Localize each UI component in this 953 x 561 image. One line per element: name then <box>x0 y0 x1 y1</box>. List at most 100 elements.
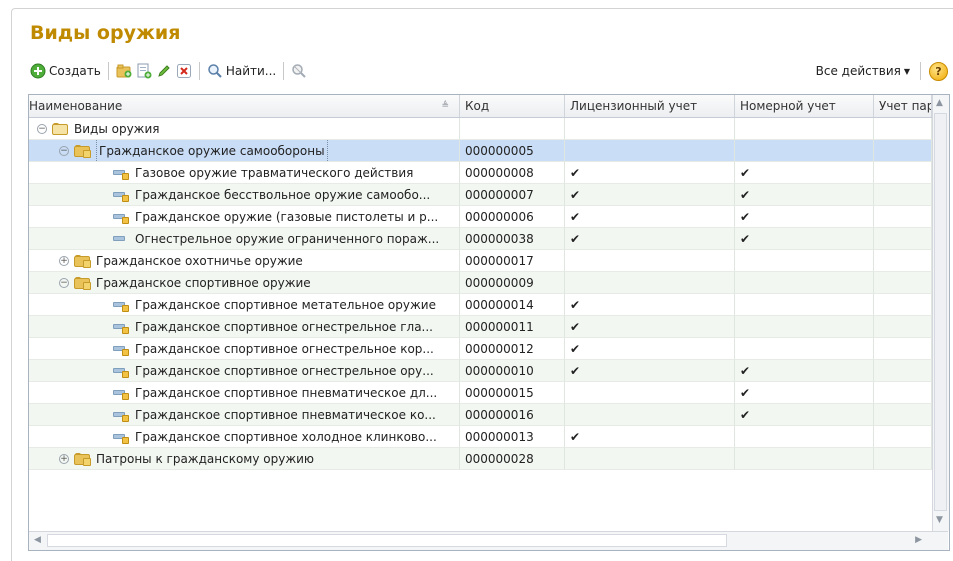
table-row[interactable]: Гражданское спортивное холодное клинково… <box>29 426 932 448</box>
name-cell: + Гражданское охотничье оружие <box>29 250 460 272</box>
toolbar-separator <box>283 62 285 80</box>
code-cell: 000000005 <box>460 140 565 162</box>
pair-cell <box>874 206 932 228</box>
table-row[interactable]: + Гражданское охотничье оружие 000000017 <box>29 250 932 272</box>
column-header-number[interactable]: Номерной учет <box>735 95 874 117</box>
create-button[interactable]: Создать <box>28 60 103 82</box>
pair-cell <box>874 338 932 360</box>
collapse-icon[interactable]: − <box>59 277 69 288</box>
code-cell: 000000009 <box>460 272 565 294</box>
catalog-item-icon <box>113 345 129 356</box>
delete-icon <box>176 64 191 78</box>
code-cell: 000000011 <box>460 316 565 338</box>
catalog-item-icon <box>113 389 129 400</box>
row-name: Гражданское спортивное метательное оружи… <box>135 297 436 312</box>
all-actions-button[interactable]: Все действия ▼ <box>814 60 912 82</box>
license-check-cell: ✔ <box>565 360 735 382</box>
vertical-scroll-thumb[interactable] <box>934 113 947 511</box>
row-name: Гражданское спортивное пневматическое дл… <box>135 385 438 400</box>
table-row[interactable]: Гражданское спортивное огнестрельное кор… <box>29 338 932 360</box>
row-name: Гражданское бесствольное оружие самообо.… <box>135 187 431 202</box>
row-name: Гражданское спортивное холодное клинково… <box>135 429 437 444</box>
table-row[interactable]: Гражданское оружие (газовые пистолеты и … <box>29 206 932 228</box>
vertical-scrollbar[interactable]: ▲ ▼ <box>932 95 949 531</box>
expand-icon[interactable]: + <box>59 453 69 464</box>
folder-icon <box>74 452 91 466</box>
code-cell: 000000017 <box>460 250 565 272</box>
table-row[interactable]: Гражданское спортивное огнестрельное ору… <box>29 360 932 382</box>
license-check-cell: ✔ <box>565 206 735 228</box>
name-cell: − Виды оружия <box>29 118 460 140</box>
horizontal-scroll-thumb[interactable] <box>47 534 727 547</box>
weapon-types-table[interactable]: Наименование ≜ Код Лицензионный учет Ном… <box>28 94 950 551</box>
table-row[interactable]: Гражданское бесствольное оружие самообо.… <box>29 184 932 206</box>
pair-cell <box>874 316 932 338</box>
collapse-icon[interactable]: − <box>37 123 47 134</box>
table-row[interactable]: − Гражданское спортивное оружие 000000009 <box>29 272 932 294</box>
find-button[interactable]: Найти... <box>205 60 278 82</box>
table-row[interactable]: − Гражданское оружие самообороны 000000005 <box>29 140 932 162</box>
folder-icon <box>52 122 68 135</box>
name-cell: Гражданское спортивное метательное оружи… <box>29 294 460 316</box>
name-cell: Гражданское оружие (газовые пистолеты и … <box>29 206 460 228</box>
name-cell: Гражданское бесствольное оружие самообо.… <box>29 184 460 206</box>
number-check-cell <box>735 448 874 470</box>
cancel-search-button[interactable] <box>289 60 309 82</box>
code-cell: 000000015 <box>460 382 565 404</box>
table-row[interactable]: Гражданское спортивное огнестрельное гла… <box>29 316 932 338</box>
name-cell: Гражданское спортивное пневматическое дл… <box>29 382 460 404</box>
column-header-code[interactable]: Код <box>460 95 565 117</box>
table-row[interactable]: Газовое оружие травматического действия 0… <box>29 162 932 184</box>
pair-cell <box>874 250 932 272</box>
row-name: Гражданское спортивное огнестрельное ору… <box>135 363 434 378</box>
license-check-cell <box>565 250 735 272</box>
create-folder-button[interactable] <box>114 60 134 82</box>
table-row[interactable]: Гражданское спортивное пневматическое дл… <box>29 382 932 404</box>
column-header-license[interactable]: Лицензионный учет <box>565 95 735 117</box>
code-cell: 000000013 <box>460 426 565 448</box>
table-row[interactable]: − Виды оружия <box>29 118 932 140</box>
pair-cell <box>874 140 932 162</box>
delete-button[interactable] <box>174 60 194 82</box>
pair-cell <box>874 294 932 316</box>
page-title: Виды оружия <box>30 22 181 44</box>
create-label: Создать <box>49 64 101 78</box>
pencil-icon <box>158 65 170 77</box>
table-header: Наименование ≜ Код Лицензионный учет Ном… <box>29 95 932 118</box>
column-header-pair[interactable]: Учет пар <box>874 95 932 117</box>
row-name: Гражданское спортивное оружие <box>96 275 311 290</box>
help-button[interactable]: ? <box>929 61 948 81</box>
number-check-cell: ✔ <box>735 404 874 426</box>
expand-icon[interactable]: + <box>59 255 69 266</box>
number-check-cell: ✔ <box>735 184 874 206</box>
column-header-name[interactable]: Наименование ≜ <box>29 95 460 117</box>
scroll-down-icon[interactable]: ▼ <box>936 515 943 525</box>
catalog-item-icon <box>113 191 129 202</box>
pair-cell <box>874 162 932 184</box>
name-cell: − Гражданское оружие самообороны <box>29 140 460 162</box>
table-row[interactable]: + Патроны к гражданскому оружию 000000028 <box>29 448 932 470</box>
row-name: Гражданское спортивное огнестрельное гла… <box>135 319 433 334</box>
toolbar: Создать Найти... Все действия ▼ ? <box>28 59 948 83</box>
catalog-item-icon <box>113 411 129 422</box>
number-check-cell <box>735 140 874 162</box>
find-label: Найти... <box>225 64 277 78</box>
horizontal-scrollbar[interactable]: ◀ ▶ <box>29 531 948 550</box>
license-check-cell <box>565 272 735 294</box>
folder-icon <box>74 254 91 268</box>
edit-button[interactable] <box>154 60 174 82</box>
catalog-item-icon <box>113 433 129 444</box>
scroll-up-icon[interactable]: ▲ <box>936 98 943 108</box>
table-row[interactable]: Гражданское спортивное пневматическое ко… <box>29 404 932 426</box>
table-row[interactable]: Гражданское спортивное метательное оружи… <box>29 294 932 316</box>
code-cell <box>460 118 565 140</box>
row-name: Гражданское спортивное огнестрельное кор… <box>135 341 434 356</box>
collapse-icon[interactable]: − <box>59 145 69 156</box>
table-row[interactable]: Огнестрельное оружие ограниченного пораж… <box>29 228 932 250</box>
copy-button[interactable] <box>134 60 154 82</box>
scroll-right-icon[interactable]: ▶ <box>915 535 922 545</box>
scroll-left-icon[interactable]: ◀ <box>34 535 41 545</box>
number-check-cell: ✔ <box>735 206 874 228</box>
catalog-item-icon <box>113 367 129 378</box>
catalog-item-icon <box>113 301 129 312</box>
